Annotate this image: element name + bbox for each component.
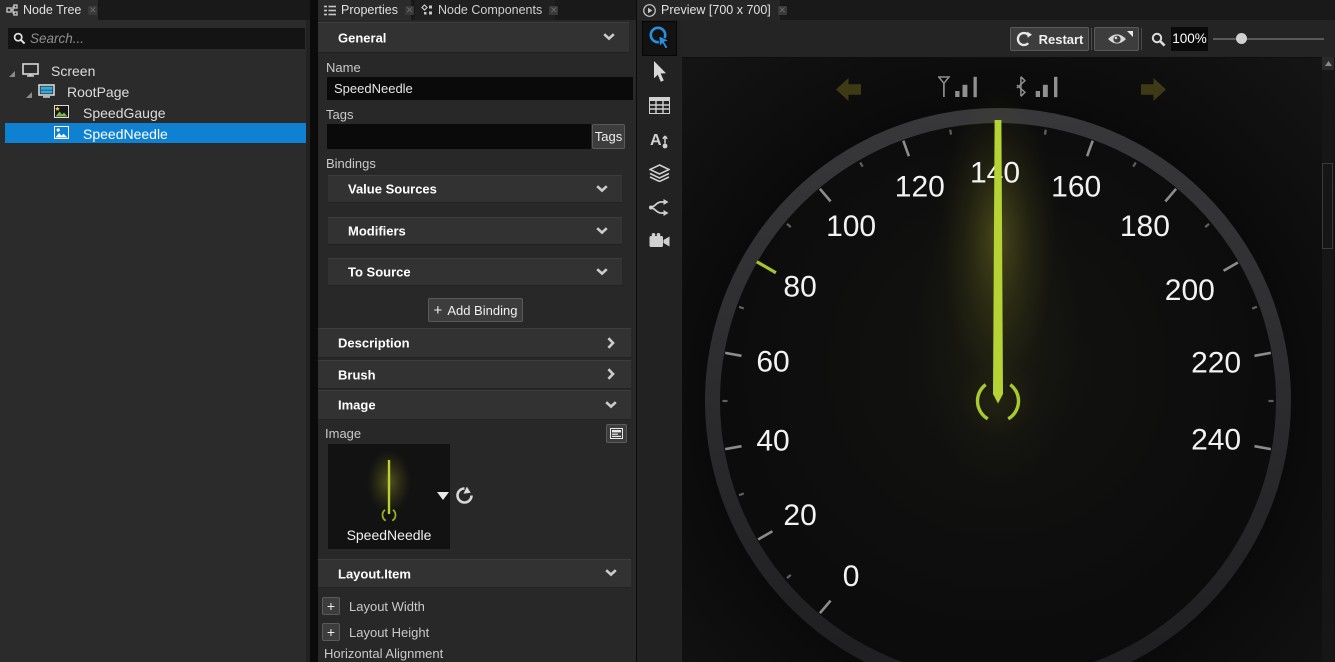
svg-text:80: 80 bbox=[783, 271, 816, 304]
svg-text:A: A bbox=[650, 132, 662, 149]
svg-text:20: 20 bbox=[783, 499, 816, 532]
svg-text:120: 120 bbox=[895, 170, 945, 203]
svg-text:60: 60 bbox=[756, 345, 789, 378]
svg-text:220: 220 bbox=[1191, 347, 1241, 380]
svg-text:240: 240 bbox=[1191, 424, 1241, 457]
svg-text:100: 100 bbox=[826, 210, 876, 243]
svg-text:200: 200 bbox=[1165, 274, 1215, 307]
svg-text:0: 0 bbox=[843, 560, 860, 593]
svg-text:180: 180 bbox=[1120, 210, 1170, 243]
svg-text:160: 160 bbox=[1051, 170, 1101, 203]
svg-text:SpeedNeedle: SpeedNeedle bbox=[347, 527, 432, 543]
svg-text:40: 40 bbox=[756, 425, 789, 458]
